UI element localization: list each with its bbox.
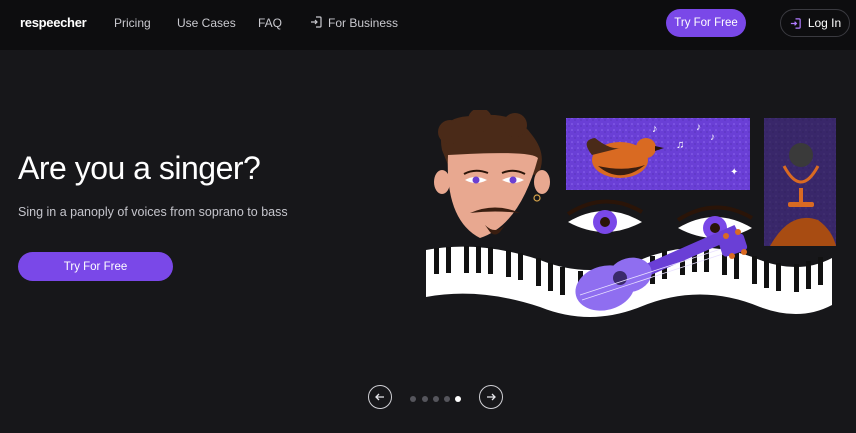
- carousel-next-button[interactable]: [479, 385, 503, 409]
- try-for-free-hero-button[interactable]: Try For Free: [18, 252, 173, 281]
- hero-title: Are you a singer?: [18, 150, 261, 186]
- hero-subtitle: Sing in a panoply of voices from soprano…: [18, 205, 288, 219]
- left-eye-icon: [566, 199, 644, 234]
- carousel-dot-5[interactable]: [455, 396, 461, 402]
- svg-text:♪: ♪: [652, 123, 658, 135]
- nav-link-use-cases[interactable]: Use Cases: [177, 16, 236, 30]
- login-label: Log In: [807, 16, 842, 30]
- singer-face-icon: [434, 110, 550, 238]
- svg-text:✦: ✦: [730, 167, 738, 178]
- nav-link-faq[interactable]: FAQ: [258, 16, 282, 30]
- carousel-prev-button[interactable]: [368, 385, 392, 409]
- login-button[interactable]: Log In: [780, 9, 850, 37]
- top-navbar: respeecher Pricing Use Cases FAQ For Bus…: [0, 0, 856, 50]
- carousel-dot-4[interactable]: [444, 396, 450, 402]
- nav-link-pricing[interactable]: Pricing: [114, 16, 151, 30]
- carousel-dot-3[interactable]: [433, 396, 439, 402]
- respeecher-logo[interactable]: respeecher: [20, 15, 87, 30]
- login-arrow-icon: [311, 16, 322, 28]
- singer-illustration: ♪ ♫ ♪ ♪ ✦: [426, 110, 836, 317]
- arrow-left-icon: [375, 393, 384, 401]
- svg-text:♪: ♪: [696, 122, 701, 133]
- svg-text:♪: ♪: [710, 132, 715, 143]
- carousel-dot-2[interactable]: [422, 396, 428, 402]
- arrow-right-icon: [487, 393, 496, 401]
- svg-text:♫: ♫: [676, 139, 684, 151]
- nav-link-for-business[interactable]: For Business: [328, 16, 398, 30]
- try-for-free-nav-button[interactable]: Try For Free: [666, 9, 746, 37]
- carousel-dot-1[interactable]: [410, 396, 416, 402]
- login-icon: [790, 17, 801, 29]
